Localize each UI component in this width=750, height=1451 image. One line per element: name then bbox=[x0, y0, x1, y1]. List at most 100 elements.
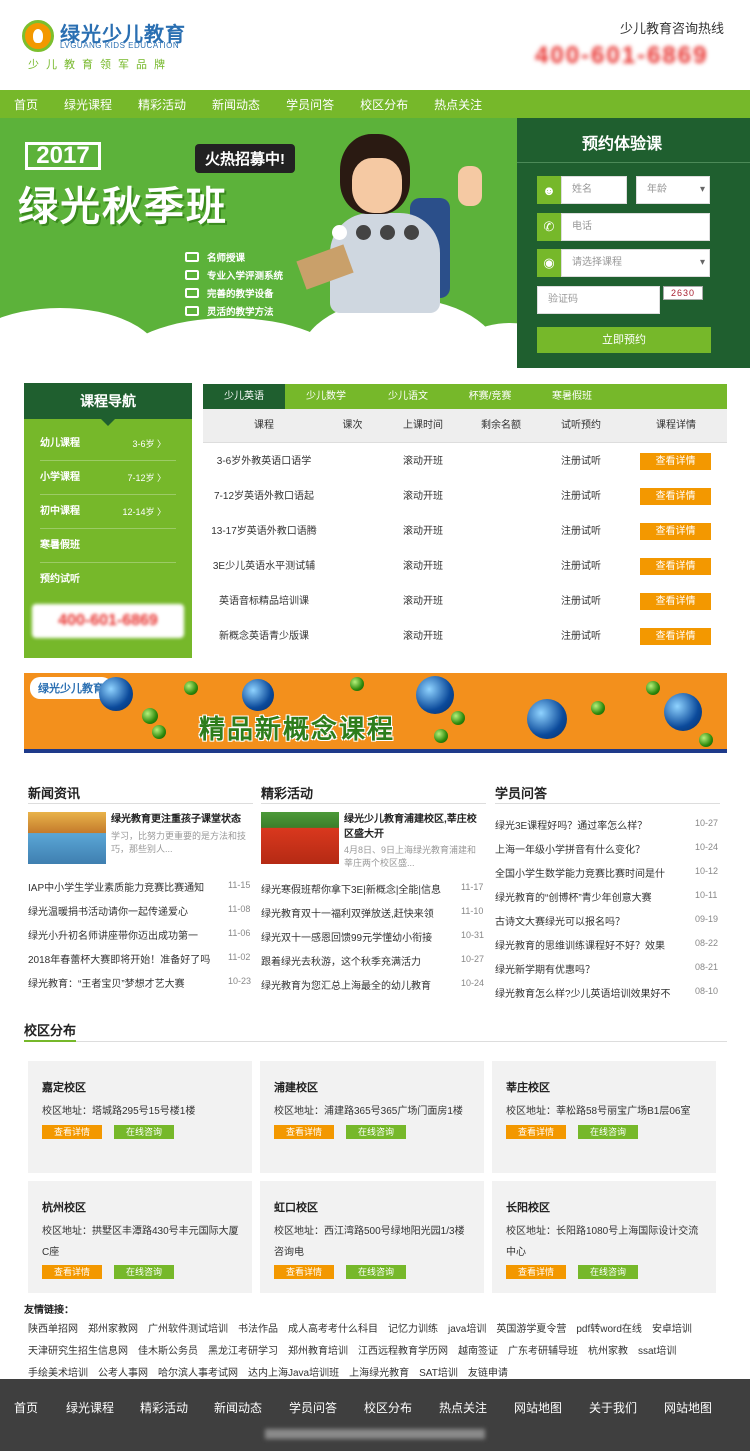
course-select[interactable]: 请选择课程 bbox=[561, 249, 710, 277]
footer-nav-item[interactable]: 首页 bbox=[14, 1399, 38, 1416]
friend-link[interactable]: 天津研究生招生信息网 bbox=[28, 1346, 128, 1357]
course-nav-item[interactable]: 寒暑假班 bbox=[40, 529, 176, 563]
course-name-cell[interactable]: 英语音标精品培训课 bbox=[203, 584, 325, 619]
footer-nav-item[interactable]: 网站地图 bbox=[664, 1399, 712, 1416]
trial-signup-link[interactable]: 注册试听 bbox=[541, 549, 621, 584]
friend-link[interactable]: 成人高考考什么科目 bbox=[288, 1324, 378, 1335]
news-thumbnail-image[interactable] bbox=[28, 812, 106, 864]
footer-nav-item[interactable]: 关于我们 bbox=[589, 1399, 637, 1416]
friend-link[interactable]: 公考人事网 bbox=[98, 1368, 148, 1379]
view-details-button[interactable]: 查看详情 bbox=[640, 453, 711, 470]
slider-dot[interactable] bbox=[356, 225, 371, 240]
course-name-cell[interactable]: 13-17岁英语外教口语腾 bbox=[203, 514, 325, 549]
campus-details-button[interactable]: 查看详情 bbox=[506, 1265, 566, 1279]
list-item-link[interactable]: IAP中小学生学业素质能力竞赛比赛通知 bbox=[28, 879, 223, 894]
campus-consult-button[interactable]: 在线咨询 bbox=[346, 1125, 406, 1139]
campus-details-button[interactable]: 查看详情 bbox=[42, 1125, 102, 1139]
footer-nav-item[interactable]: 热点关注 bbox=[439, 1399, 487, 1416]
list-item-link[interactable]: 绿光小升初名师讲座带你迈出成功第一 bbox=[28, 927, 223, 942]
nav-item-news[interactable]: 新闻动态 bbox=[212, 96, 260, 113]
nav-item-hot[interactable]: 热点关注 bbox=[434, 96, 482, 113]
footer-nav-item[interactable]: 学员问答 bbox=[289, 1399, 337, 1416]
qa-section-title[interactable]: 学员问答 bbox=[495, 783, 547, 802]
trial-signup-link[interactable]: 注册试听 bbox=[541, 619, 621, 654]
course-nav-item[interactable]: 预约试听 bbox=[40, 563, 176, 597]
tab-english[interactable]: 少儿英语 bbox=[203, 384, 285, 409]
friend-link[interactable]: pdf转word在线 bbox=[576, 1324, 642, 1335]
campus-details-button[interactable]: 查看详情 bbox=[506, 1125, 566, 1139]
friend-link[interactable]: 书法作品 bbox=[238, 1324, 278, 1335]
list-item-link[interactable]: 绿光温暖捐书活动请你一起传递爱心 bbox=[28, 903, 223, 918]
campus-consult-button[interactable]: 在线咨询 bbox=[578, 1265, 638, 1279]
friend-link[interactable]: 杭州家教 bbox=[588, 1346, 628, 1357]
friend-link[interactable]: 安卓培训 bbox=[652, 1324, 692, 1335]
footer-nav-item[interactable]: 校区分布 bbox=[364, 1399, 412, 1416]
course-name-cell[interactable]: 7-12岁英语外教口语起 bbox=[203, 479, 325, 514]
campus-name[interactable]: 浦建校区 bbox=[274, 1079, 318, 1095]
view-details-button[interactable]: 查看详情 bbox=[640, 523, 711, 540]
list-item-link[interactable]: 绿光3E课程好吗？通过率怎么样？ bbox=[495, 817, 690, 832]
list-item-link[interactable]: 绿光新学期有优惠吗？ bbox=[495, 961, 690, 976]
list-item-link[interactable]: 全国小学生数学能力竞赛比赛时间是什 bbox=[495, 865, 690, 880]
campus-details-button[interactable]: 查看详情 bbox=[274, 1125, 334, 1139]
friend-link[interactable]: 郑州教育培训 bbox=[288, 1346, 348, 1357]
campus-consult-button[interactable]: 在线咨询 bbox=[114, 1125, 174, 1139]
nav-item-qa[interactable]: 学员问答 bbox=[286, 96, 334, 113]
list-item-link[interactable]: 跟着绿光去秋游，这个秋季充满活力 bbox=[261, 953, 456, 968]
list-item-link[interactable]: 上海一年级小学拼音有什么变化？ bbox=[495, 841, 690, 856]
campus-consult-button[interactable]: 在线咨询 bbox=[114, 1265, 174, 1279]
campus-details-button[interactable]: 查看详情 bbox=[274, 1265, 334, 1279]
friend-link[interactable]: 英国游学夏令营 bbox=[496, 1324, 566, 1335]
campus-name[interactable]: 莘庄校区 bbox=[506, 1079, 550, 1095]
campus-name[interactable]: 杭州校区 bbox=[42, 1199, 86, 1215]
nav-item-activities[interactable]: 精彩活动 bbox=[138, 96, 186, 113]
campus-consult-button[interactable]: 在线咨询 bbox=[346, 1265, 406, 1279]
logo-icon[interactable] bbox=[22, 20, 54, 52]
course-name-cell[interactable]: 3-6岁外教英语口语学 bbox=[203, 444, 325, 479]
friend-link[interactable]: 上海绿光教育 bbox=[349, 1368, 409, 1379]
news-featured-headline[interactable]: 绿光教育更注重孩子课堂状态 bbox=[111, 812, 253, 827]
friend-link[interactable]: ssat培训 bbox=[638, 1346, 676, 1357]
campus-details-button[interactable]: 查看详情 bbox=[42, 1265, 102, 1279]
tab-math[interactable]: 少儿数学 bbox=[285, 384, 367, 409]
course-nav-item[interactable]: 初中课程 12-14岁 〉 bbox=[40, 495, 176, 529]
footer-nav-item[interactable]: 绿光课程 bbox=[66, 1399, 114, 1416]
captcha-image[interactable]: 2630 bbox=[663, 286, 703, 300]
events-section-title[interactable]: 精彩活动 bbox=[261, 783, 313, 802]
friend-link[interactable]: 江西远程教育学历网 bbox=[358, 1346, 448, 1357]
list-item-link[interactable]: 绿光寒假班帮你拿下3E|新概念|全能|信息 bbox=[261, 881, 456, 896]
friend-link[interactable]: 陕西单招网 bbox=[28, 1324, 78, 1335]
footer-nav-item[interactable]: 网站地图 bbox=[514, 1399, 562, 1416]
campus-name[interactable]: 嘉定校区 bbox=[42, 1079, 86, 1095]
list-item-link[interactable]: 古诗文大赛绿光可以报名吗？ bbox=[495, 913, 690, 928]
slider-dot[interactable] bbox=[332, 225, 347, 240]
friend-link[interactable]: 广东考研辅导班 bbox=[508, 1346, 578, 1357]
view-details-button[interactable]: 查看详情 bbox=[640, 558, 711, 575]
event-thumbnail-image[interactable] bbox=[261, 812, 339, 864]
friend-link[interactable]: 黑龙江考研学习 bbox=[208, 1346, 278, 1357]
friend-link[interactable]: 友链申请 bbox=[468, 1368, 508, 1379]
friend-link[interactable]: 佳木斯公务员 bbox=[138, 1346, 198, 1357]
nav-item-home[interactable]: 首页 bbox=[14, 96, 38, 113]
campus-name[interactable]: 长阳校区 bbox=[506, 1199, 550, 1215]
friend-link[interactable]: 越南签证 bbox=[458, 1346, 498, 1357]
view-details-button[interactable]: 查看详情 bbox=[640, 593, 711, 610]
campus-name[interactable]: 虹口校区 bbox=[274, 1199, 318, 1215]
list-item-link[interactable]: 绿光教育双十一福利双弹放送,赶快来领 bbox=[261, 905, 456, 920]
trial-signup-link[interactable]: 注册试听 bbox=[541, 584, 621, 619]
friend-link[interactable]: 达内上海Java培训班 bbox=[248, 1368, 339, 1379]
age-select[interactable]: 年龄 bbox=[636, 176, 710, 204]
friend-link[interactable]: 哈尔滨人事考试网 bbox=[158, 1368, 238, 1379]
friend-link[interactable]: 记忆力训练 bbox=[388, 1324, 438, 1335]
submit-booking-button[interactable]: 立即预约 bbox=[537, 327, 711, 353]
captcha-input[interactable]: 验证码 bbox=[537, 286, 660, 314]
tab-competition[interactable]: 杯赛/竞赛 bbox=[449, 384, 531, 409]
footer-nav-item[interactable]: 精彩活动 bbox=[140, 1399, 188, 1416]
list-item-link[interactable]: 绿光教育为您汇总上海最全的幼儿教育 bbox=[261, 977, 456, 992]
list-item-link[interactable]: 绿光教育：“王者宝贝”梦想才艺大赛 bbox=[28, 975, 223, 990]
phone-input[interactable]: 电话 bbox=[561, 213, 710, 241]
course-name-cell[interactable]: 新概念英语青少版课 bbox=[203, 619, 325, 654]
list-item-link[interactable]: 绿光教育的“创博杯”青少年创意大赛 bbox=[495, 889, 690, 904]
friend-link[interactable]: 广州软件测试培训 bbox=[148, 1324, 228, 1335]
view-details-button[interactable]: 查看详情 bbox=[640, 488, 711, 505]
